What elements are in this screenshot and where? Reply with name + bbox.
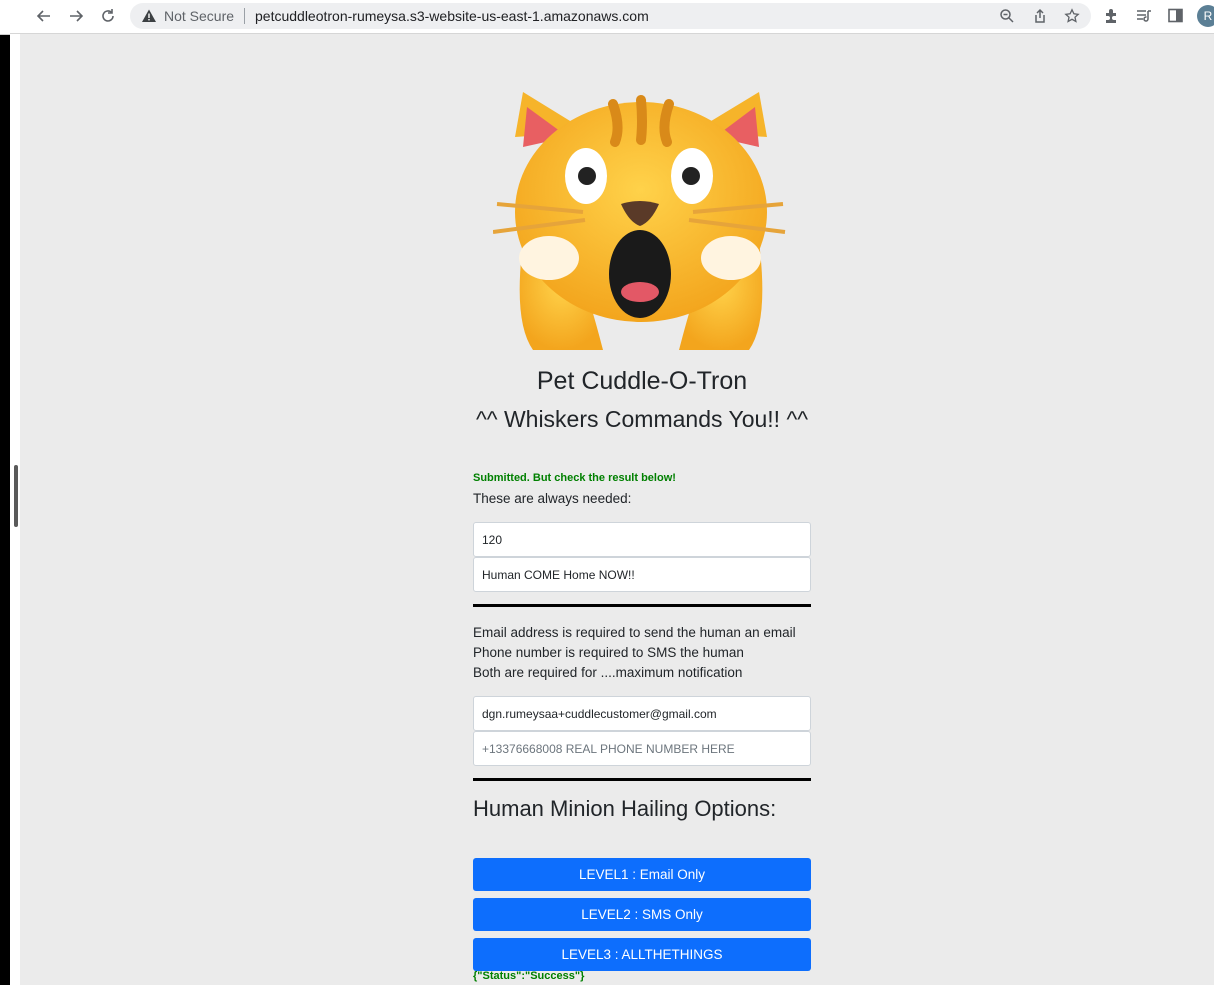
email-field[interactable] [473, 696, 811, 731]
level3-all-button[interactable]: LEVEL3 : ALLTHETHINGS [473, 938, 811, 971]
always-needed-label: These are always needed: [473, 491, 632, 506]
page-title: Pet Cuddle-O-Tron [536, 367, 748, 395]
submit-message: Submitted. But check the result below! [473, 472, 676, 484]
star-icon[interactable] [1064, 8, 1080, 29]
info-line-email: Email address is required to send the hu… [473, 625, 796, 640]
warning-icon [141, 8, 157, 29]
security-label[interactable]: Not Secure [164, 8, 234, 24]
window-edge-top [0, 0, 10, 34]
avatar[interactable]: R [1197, 5, 1214, 27]
window-edge-line [0, 34, 10, 35]
level2-sms-button[interactable]: LEVEL2 : SMS Only [473, 898, 811, 931]
share-icon[interactable] [1032, 8, 1048, 29]
phone-field[interactable] [473, 731, 811, 766]
divider [473, 778, 811, 781]
reload-icon[interactable] [98, 6, 118, 26]
extensions-icon[interactable] [1103, 7, 1120, 29]
status-result: {"Status":"Success"} [473, 970, 585, 982]
level1-email-button[interactable]: LEVEL1 : Email Only [473, 858, 811, 891]
page-subtitle: ^^ Whiskers Commands You!! ^^ [475, 406, 809, 432]
address-bar[interactable]: Not Secure petcuddleotron-rumeysa.s3-web… [130, 3, 1091, 29]
options-heading: Human Minion Hailing Options: [473, 796, 777, 821]
side-panel-icon[interactable] [1167, 7, 1184, 29]
message-input[interactable] [473, 557, 811, 592]
browser-toolbar: Not Secure petcuddleotron-rumeysa.s3-web… [0, 0, 1214, 34]
window-edge [0, 0, 10, 985]
back-icon[interactable] [34, 6, 54, 26]
reading-list-icon[interactable] [1135, 7, 1152, 29]
scrollbar-thumb[interactable] [14, 465, 18, 527]
forward-icon[interactable] [66, 6, 86, 26]
divider [473, 604, 811, 607]
info-line-both: Both are required for ....maximum notifi… [473, 665, 743, 680]
zoom-icon[interactable] [999, 8, 1015, 29]
shocked-cat-emoji [492, 92, 789, 350]
url-text[interactable]: petcuddleotron-rumeysa.s3-website-us-eas… [255, 8, 649, 24]
divider [244, 8, 245, 24]
wait-seconds-input[interactable] [473, 522, 811, 557]
info-line-phone: Phone number is required to SMS the huma… [473, 645, 744, 660]
